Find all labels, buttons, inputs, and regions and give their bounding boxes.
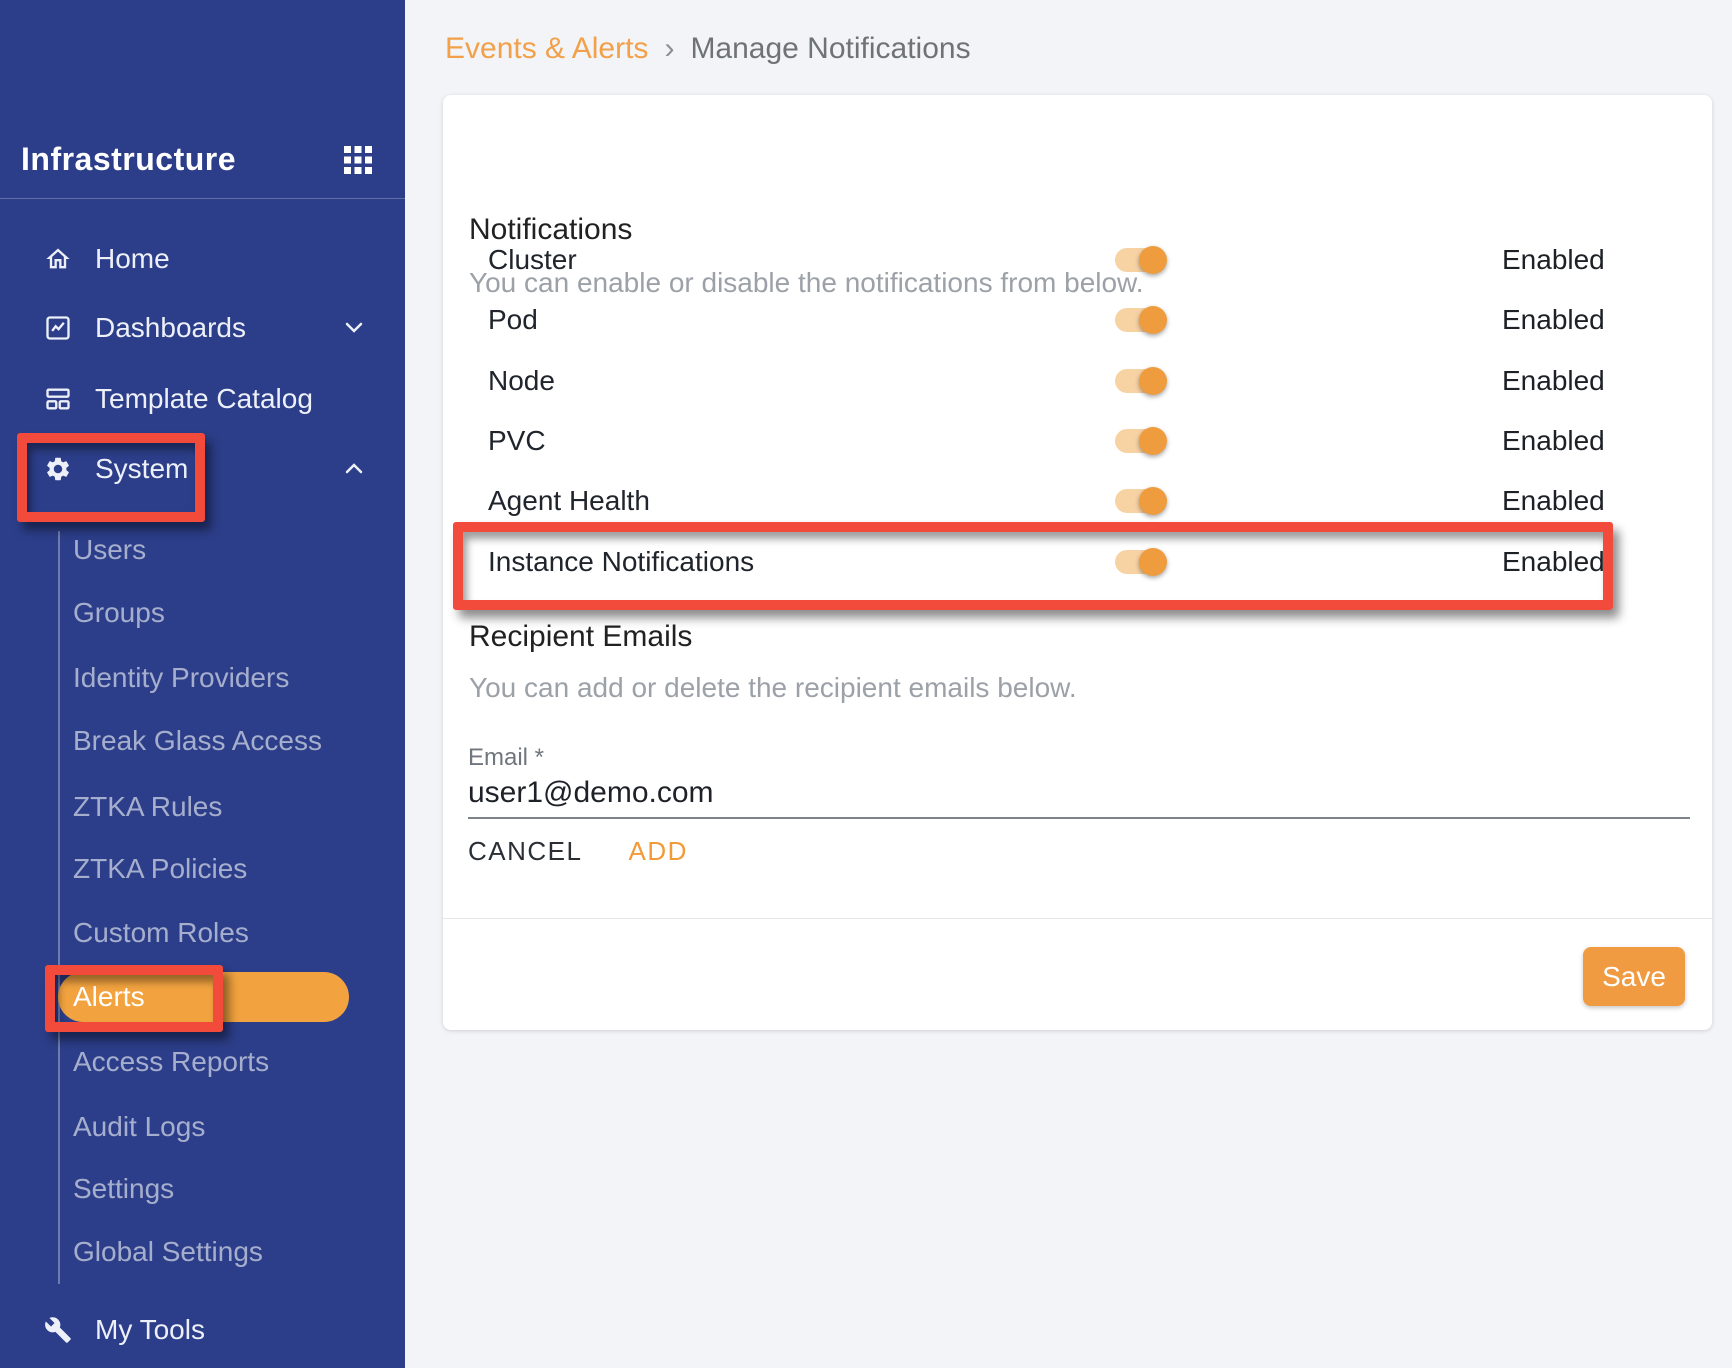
sidebar-item-label: Dashboards: [95, 312, 246, 344]
cancel-button[interactable]: CANCEL: [458, 832, 592, 871]
chevron-up-icon: [342, 462, 366, 476]
toggle-row-state: Enabled: [1502, 546, 1605, 578]
wrench-icon: [44, 1316, 72, 1344]
notifications-card: Notifications You can enable or disable …: [443, 95, 1712, 1030]
sidebar-item-label: My Tools: [95, 1314, 205, 1346]
submenu-indent-line: [58, 531, 60, 1284]
chevron-down-icon: [342, 321, 366, 335]
pvc-toggle[interactable]: [1115, 427, 1171, 455]
sidebar-divider: [0, 198, 405, 199]
recipient-emails-heading: Recipient Emails: [469, 620, 692, 654]
toggle-row-node: Node Enabled: [443, 361, 1712, 401]
sidebar-item-system[interactable]: System: [0, 441, 405, 497]
sidebar-item-global-settings[interactable]: Global Settings: [73, 1232, 373, 1272]
breadcrumb-separator: ›: [664, 32, 674, 65]
sidebar: Infrastructure Home: [0, 0, 405, 1368]
instance-notifications-toggle[interactable]: [1115, 548, 1171, 576]
email-field[interactable]: [468, 773, 1668, 813]
sidebar-item-access-reports[interactable]: Access Reports: [73, 1042, 373, 1082]
toggle-row-instance-notifications: Instance Notifications Enabled: [443, 542, 1712, 582]
toggle-thumb: [1139, 367, 1167, 395]
home-icon: [44, 245, 72, 273]
email-field-label: Email *: [468, 744, 544, 772]
sidebar-item-audit-logs[interactable]: Audit Logs: [73, 1107, 373, 1147]
pod-toggle[interactable]: [1115, 306, 1171, 334]
sidebar-title: Infrastructure: [21, 141, 236, 178]
recipient-emails-subtitle: You can add or delete the recipient emai…: [469, 672, 1077, 704]
card-footer-divider: [443, 918, 1712, 919]
sidebar-item-label: System: [95, 453, 188, 485]
toggle-thumb: [1139, 306, 1167, 334]
sidebar-item-break-glass-access[interactable]: Break Glass Access: [73, 721, 373, 761]
toggle-row-state: Enabled: [1502, 425, 1605, 457]
add-button[interactable]: ADD: [618, 832, 697, 871]
toggle-row-pvc: PVC Enabled: [443, 421, 1712, 461]
toggle-thumb: [1139, 487, 1167, 515]
sidebar-item-custom-roles[interactable]: Custom Roles: [73, 913, 373, 953]
toggle-thumb: [1139, 427, 1167, 455]
toggle-row-cluster: Cluster Enabled: [443, 240, 1712, 280]
sidebar-item-groups[interactable]: Groups: [73, 593, 373, 633]
sidebar-item-users[interactable]: Users: [73, 530, 373, 570]
agent-health-toggle[interactable]: [1115, 487, 1171, 515]
toggle-thumb: [1139, 548, 1167, 576]
template-catalog-icon: [44, 385, 72, 413]
sidebar-item-ztka-rules[interactable]: ZTKA Rules: [73, 787, 373, 827]
sidebar-item-settings[interactable]: Settings: [73, 1169, 373, 1209]
toggle-row-label: Agent Health: [488, 485, 650, 517]
toggle-row-pod: Pod Enabled: [443, 300, 1712, 340]
sidebar-item-dashboards[interactable]: Dashboards: [0, 300, 405, 356]
cluster-toggle[interactable]: [1115, 246, 1171, 274]
toggle-row-state: Enabled: [1502, 365, 1605, 397]
toggle-row-state: Enabled: [1502, 304, 1605, 336]
sidebar-item-label: Home: [95, 243, 170, 275]
toggle-row-label: PVC: [488, 425, 546, 457]
sidebar-item-label: Template Catalog: [95, 383, 313, 415]
toggle-row-label: Pod: [488, 304, 538, 336]
sidebar-item-my-tools[interactable]: My Tools: [0, 1302, 405, 1358]
toggle-row-agent-health: Agent Health Enabled: [443, 481, 1712, 521]
breadcrumb-current-page: Manage Notifications: [690, 32, 970, 65]
save-button[interactable]: Save: [1583, 947, 1685, 1006]
toggle-row-state: Enabled: [1502, 244, 1605, 276]
apps-grid-icon[interactable]: [344, 146, 372, 174]
toggle-row-label: Cluster: [488, 244, 577, 276]
dashboards-icon: [44, 314, 72, 342]
sidebar-item-ztka-policies[interactable]: ZTKA Policies: [73, 849, 373, 889]
sidebar-item-identity-providers[interactable]: Identity Providers: [73, 658, 373, 698]
toggle-row-state: Enabled: [1502, 485, 1605, 517]
app-root: Infrastructure Home: [0, 0, 1732, 1368]
sidebar-item-home[interactable]: Home: [0, 231, 405, 287]
email-form-actions: CANCEL ADD: [458, 831, 698, 871]
email-field-underline: [468, 817, 1690, 819]
breadcrumb-events-alerts[interactable]: Events & Alerts: [445, 32, 648, 65]
toggle-row-label: Node: [488, 365, 555, 397]
node-toggle[interactable]: [1115, 367, 1171, 395]
toggle-thumb: [1139, 246, 1167, 274]
gear-icon: [44, 455, 72, 483]
sidebar-item-alerts[interactable]: Alerts: [73, 977, 373, 1017]
toggle-row-label: Instance Notifications: [488, 546, 754, 578]
breadcrumb: Events & Alerts › Manage Notifications: [445, 33, 971, 65]
sidebar-item-template-catalog[interactable]: Template Catalog: [0, 371, 405, 427]
